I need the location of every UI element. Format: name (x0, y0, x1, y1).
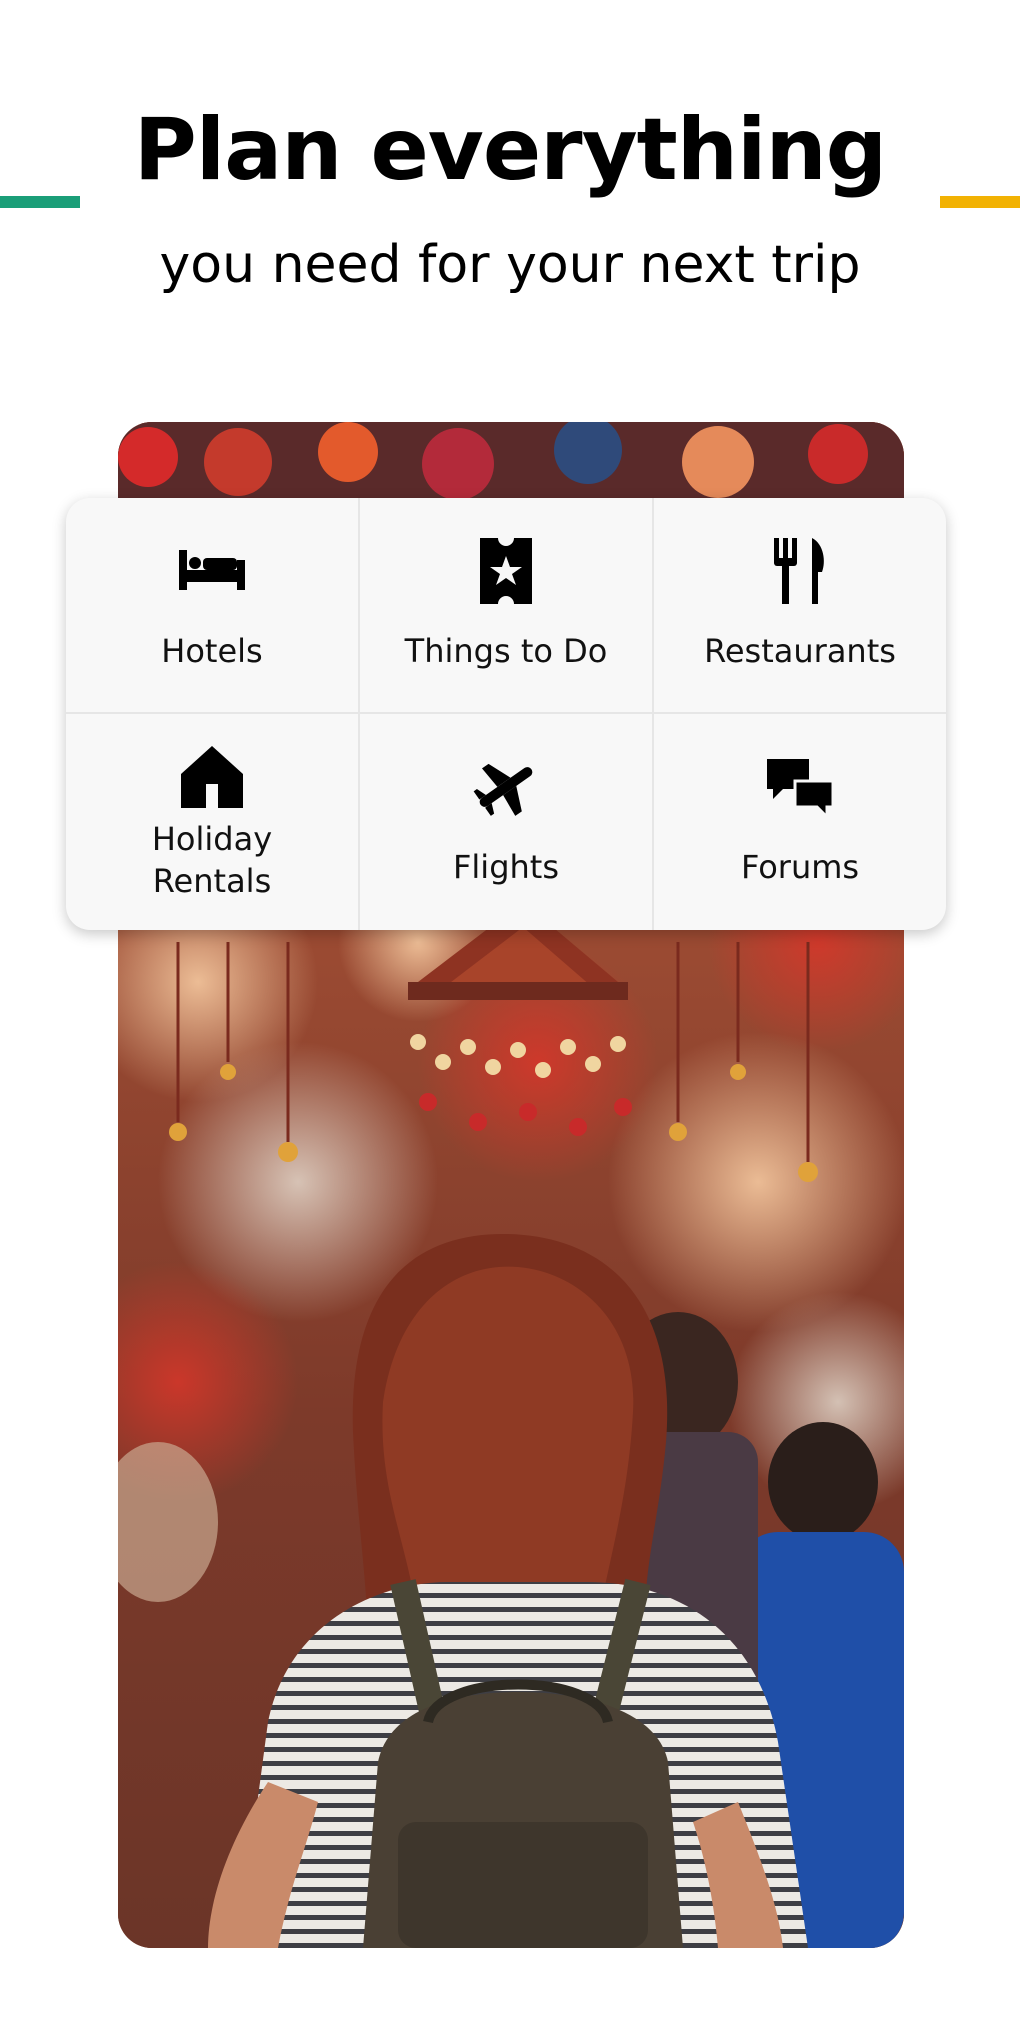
category-forums[interactable]: Forums (654, 714, 946, 930)
chat-bubbles-icon (763, 750, 837, 824)
category-things-to-do[interactable]: Things to Do (360, 498, 654, 714)
category-label: Hotels (161, 632, 263, 670)
category-label: Holiday Rentals (151, 820, 273, 900)
airplane-icon (469, 750, 543, 824)
category-label: Restaurants (704, 632, 896, 670)
category-hotels[interactable]: Hotels (66, 498, 360, 714)
category-holiday-rentals[interactable]: Holiday Rentals (66, 714, 360, 930)
bed-icon (175, 534, 249, 608)
category-label: Flights (453, 848, 559, 886)
category-restaurants[interactable]: Restaurants (654, 498, 946, 714)
ticket-star-icon (469, 534, 543, 608)
category-label: Things to Do (404, 632, 608, 670)
fork-knife-icon (763, 534, 837, 608)
category-flights[interactable]: Flights (360, 714, 654, 930)
page-subtitle: you need for your next trip (159, 235, 861, 295)
category-menu: Hotels Things to Do Restaurants Holiday … (66, 498, 946, 930)
page-title: Plan everything (133, 100, 888, 200)
house-icon (175, 740, 249, 814)
category-label: Forums (740, 848, 860, 886)
